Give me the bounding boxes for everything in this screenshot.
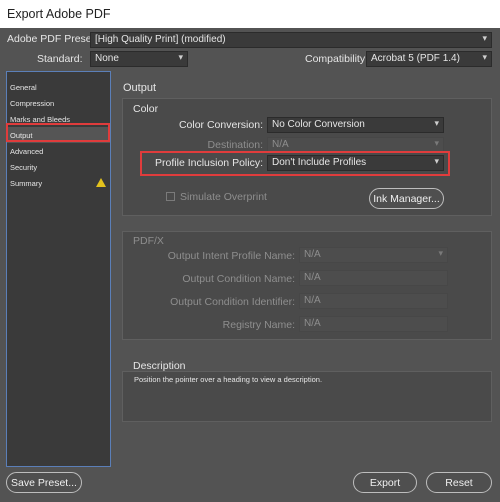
compatibility-value: Acrobat 5 (PDF 1.4) xyxy=(371,53,460,64)
condition-name-label: Output Condition Name: xyxy=(182,273,295,285)
color-conversion-select[interactable]: No Color Conversion ▾ xyxy=(267,117,444,133)
color-conversion-value: No Color Conversion xyxy=(272,119,365,130)
color-conversion-label: Color Conversion: xyxy=(178,119,263,131)
reset-button[interactable]: Reset xyxy=(426,472,492,493)
preset-value: [High Quality Print] (modified) xyxy=(95,34,226,45)
warning-icon xyxy=(96,178,106,187)
chevron-down-icon: ▾ xyxy=(438,248,443,258)
sidebar-item-advanced[interactable]: Advanced xyxy=(7,143,110,159)
ink-manager-button[interactable]: Ink Manager... xyxy=(369,188,444,209)
profile-policy-highlight xyxy=(140,151,450,176)
chevron-down-icon: ▾ xyxy=(482,52,487,62)
destination-value: N/A xyxy=(272,139,289,150)
pdfx-group-title: PDF/X xyxy=(133,235,164,247)
preset-select[interactable]: [High Quality Print] (modified) ▾ xyxy=(90,32,492,48)
simulate-overprint-label: Simulate Overprint xyxy=(180,191,267,203)
intent-profile-value: N/A xyxy=(304,249,321,260)
chevron-down-icon: ▾ xyxy=(434,118,439,128)
sidebar-item-security[interactable]: Security xyxy=(7,159,110,175)
registry-name-field[interactable]: N/A xyxy=(299,316,448,332)
destination-label: Destination: xyxy=(207,139,263,151)
window-title: Export Adobe PDF xyxy=(0,0,500,28)
sidebar-item-summary[interactable]: Summary xyxy=(7,175,110,191)
preset-label: Adobe PDF Preset: xyxy=(7,33,98,45)
save-preset-button[interactable]: Save Preset... xyxy=(6,472,82,493)
output-highlight xyxy=(6,123,110,142)
registry-name-label: Registry Name: xyxy=(222,319,295,331)
standard-label: Standard: xyxy=(37,53,83,65)
condition-identifier-label: Output Condition Identifier: xyxy=(170,296,295,308)
sidebar-item-general[interactable]: General xyxy=(7,79,110,95)
description-text: Position the pointer over a heading to v… xyxy=(134,375,323,384)
simulate-overprint-checkbox[interactable] xyxy=(166,192,175,201)
standard-value: None xyxy=(95,53,119,64)
standard-select[interactable]: None ▾ xyxy=(90,51,188,67)
color-group-title: Color xyxy=(133,103,159,115)
chevron-down-icon: ▾ xyxy=(482,33,487,43)
sidebar-item-compression[interactable]: Compression xyxy=(7,95,110,111)
condition-identifier-field[interactable]: N/A xyxy=(299,293,448,309)
compatibility-select[interactable]: Acrobat 5 (PDF 1.4) ▾ xyxy=(366,51,492,67)
condition-name-field[interactable]: N/A xyxy=(299,270,448,286)
chevron-down-icon: ▾ xyxy=(178,52,183,62)
export-button[interactable]: Export xyxy=(353,472,417,493)
compatibility-label: Compatibility: xyxy=(305,53,369,65)
sidebar-item-label: Summary xyxy=(10,179,43,188)
intent-profile-label: Output Intent Profile Name: xyxy=(167,250,295,262)
intent-profile-select[interactable]: N/A ▾ xyxy=(299,247,448,263)
chevron-down-icon: ▾ xyxy=(434,138,439,148)
page-title: Output xyxy=(123,82,157,94)
